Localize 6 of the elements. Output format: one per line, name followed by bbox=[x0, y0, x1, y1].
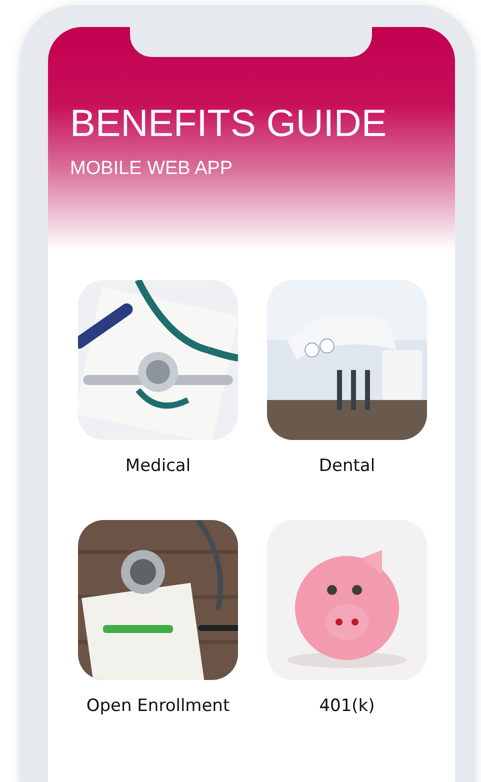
app-title: BENEFITS GUIDE bbox=[70, 102, 388, 146]
app-subtitle: MOBILE WEB APP bbox=[70, 158, 234, 180]
benefit-tile[interactable]: Dental bbox=[267, 280, 427, 476]
benefit-tile[interactable]: Open Enrollment bbox=[78, 520, 238, 716]
benefit-tile[interactable]: Medical bbox=[78, 280, 238, 476]
benefit-tile[interactable]: 401(k) bbox=[267, 520, 427, 716]
